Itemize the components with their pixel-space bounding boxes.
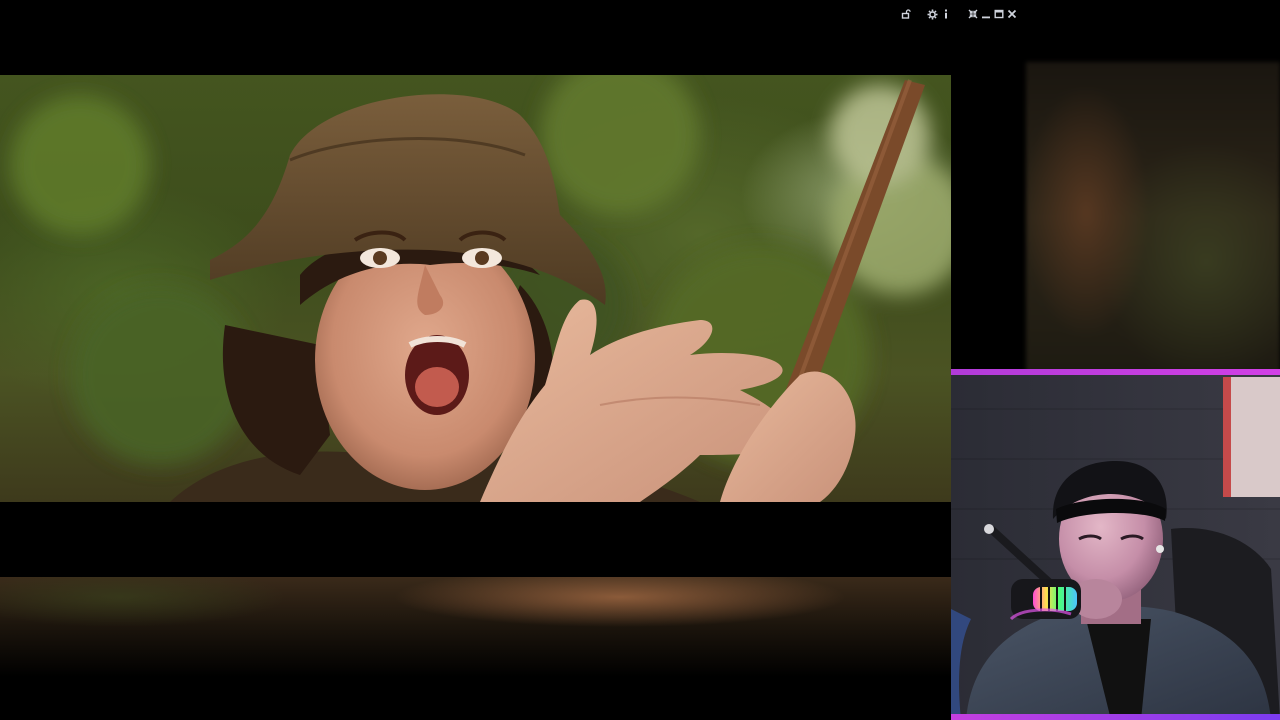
video-frame[interactable] xyxy=(0,75,951,502)
letterbox-bar xyxy=(0,502,951,577)
movie-scene-image xyxy=(10,75,951,502)
stream-view xyxy=(0,0,1280,720)
background-blur-bottom xyxy=(0,577,951,720)
settings-icon[interactable] xyxy=(926,7,939,21)
streamer-webcam-image xyxy=(951,369,1280,720)
window-controls xyxy=(899,6,1018,22)
minimize-icon[interactable] xyxy=(979,7,992,21)
webcam-overlay xyxy=(951,369,1280,720)
close-icon[interactable] xyxy=(1005,7,1018,21)
maximize-icon[interactable] xyxy=(992,7,1005,21)
info-icon[interactable] xyxy=(939,7,952,21)
collapse-icon[interactable] xyxy=(966,7,979,21)
unlock-icon[interactable] xyxy=(899,7,912,21)
webcam-border-bottom xyxy=(951,714,1280,720)
webcam-border-top xyxy=(951,369,1280,375)
background-blur-right xyxy=(1026,62,1280,372)
